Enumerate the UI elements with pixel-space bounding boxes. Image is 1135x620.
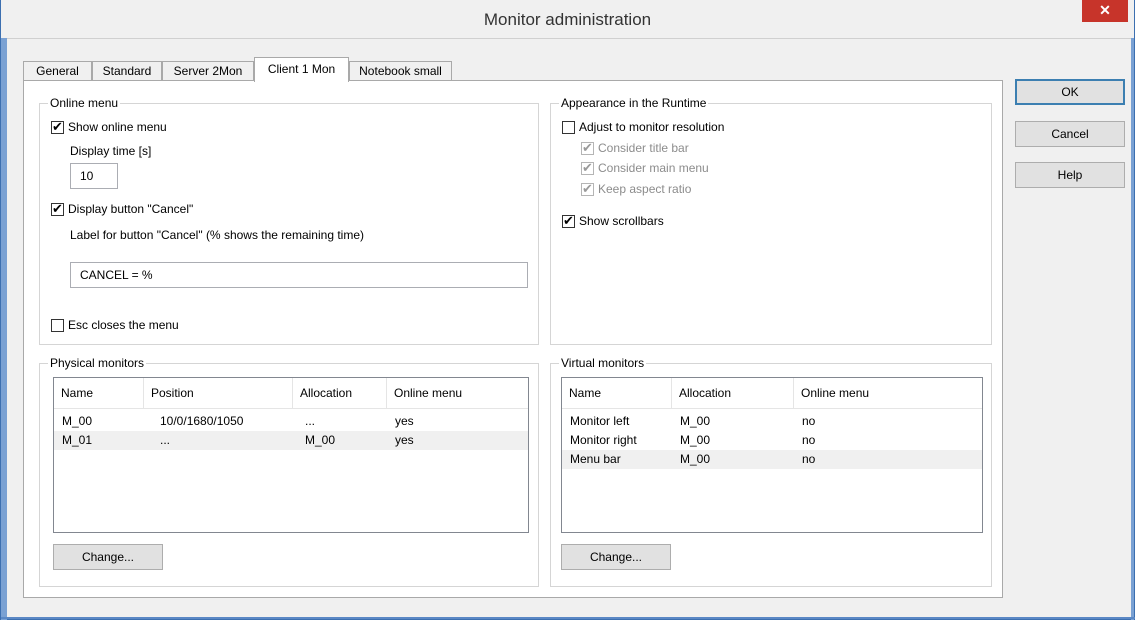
keep-aspect-ratio-checkbox[interactable]: Keep aspect ratio xyxy=(581,181,692,197)
display-cancel-checkbox[interactable]: Display button "Cancel" xyxy=(51,201,194,217)
tab-panel: Online menu Show online menu Display tim… xyxy=(23,80,1003,598)
column-header[interactable]: Online menu xyxy=(794,378,982,408)
column-header[interactable]: Allocation xyxy=(293,378,387,408)
dialog-window: Monitor administration ✕ General Standar… xyxy=(0,0,1135,620)
virtual-list-header: Name Allocation Online menu xyxy=(562,378,982,409)
table-cell: ... xyxy=(305,414,316,428)
display-time-input[interactable]: 10 xyxy=(70,163,118,189)
display-cancel-box[interactable] xyxy=(51,201,64,217)
consider-title-bar-box[interactable] xyxy=(581,140,594,156)
table-cell: ... xyxy=(160,433,171,447)
consider-title-bar-label: Consider title bar xyxy=(598,141,689,155)
table-cell: yes xyxy=(395,414,414,428)
window-border-left xyxy=(1,38,7,620)
close-button[interactable]: ✕ xyxy=(1082,0,1128,22)
consider-main-menu-checkbox[interactable]: Consider main menu xyxy=(581,160,709,176)
consider-main-menu-label: Consider main menu xyxy=(598,161,709,175)
physical-list-header: Name Position Allocation Online menu xyxy=(54,378,528,409)
window-border-bottom xyxy=(1,617,1135,619)
ok-button[interactable]: OK xyxy=(1015,79,1125,105)
adjust-resolution-checkbox[interactable]: Adjust to monitor resolution xyxy=(562,120,724,134)
tab-standard[interactable]: Standard xyxy=(92,61,162,81)
tab-server-2mon[interactable]: Server 2Mon xyxy=(162,61,254,81)
tab-notebook-small[interactable]: Notebook small xyxy=(349,61,452,81)
close-icon[interactable]: ✕ xyxy=(1099,2,1111,18)
table-cell: yes xyxy=(395,433,414,447)
cancel-label-input[interactable]: CANCEL = % xyxy=(70,262,528,288)
table-cell: M_00 xyxy=(680,414,711,428)
table-row[interactable]: Monitor right M_00 no xyxy=(562,431,982,450)
virtual-monitors-list[interactable]: Name Allocation Online menu Monitor left… xyxy=(561,377,983,533)
appearance-legend: Appearance in the Runtime xyxy=(559,96,709,110)
column-header[interactable]: Position xyxy=(144,378,293,408)
show-scrollbars-checkbox[interactable]: Show scrollbars xyxy=(562,213,664,229)
physical-monitors-list[interactable]: Name Position Allocation Online menu M_0… xyxy=(53,377,529,533)
column-header[interactable]: Online menu xyxy=(387,378,528,408)
table-cell: M_00 xyxy=(680,433,711,447)
show-online-menu-label: Show online menu xyxy=(68,120,167,134)
esc-closes-box[interactable] xyxy=(51,318,64,332)
table-row[interactable]: M_01 ... M_00 yes xyxy=(54,431,528,450)
tab-general[interactable]: General xyxy=(23,61,92,81)
virtual-change-button[interactable]: Change... xyxy=(561,544,671,570)
table-cell: M_01 xyxy=(62,433,93,447)
display-time-label: Display time [s] xyxy=(70,144,152,158)
table-cell: no xyxy=(802,452,816,466)
keep-aspect-ratio-label: Keep aspect ratio xyxy=(598,182,692,196)
table-cell: Monitor left xyxy=(570,414,630,428)
physical-change-button[interactable]: Change... xyxy=(53,544,163,570)
title-bar: Monitor administration ✕ xyxy=(1,0,1134,39)
table-cell: no xyxy=(802,433,816,447)
window-border-right xyxy=(1131,38,1134,620)
window-title: Monitor administration xyxy=(483,10,652,29)
adjust-resolution-box[interactable] xyxy=(562,120,575,134)
virtual-monitors-legend: Virtual monitors xyxy=(559,356,647,370)
cancel-button[interactable]: Cancel xyxy=(1015,121,1125,147)
consider-title-bar-checkbox[interactable]: Consider title bar xyxy=(581,140,689,156)
column-header[interactable]: Name xyxy=(562,378,672,408)
show-scrollbars-box[interactable] xyxy=(562,213,575,229)
keep-aspect-ratio-box[interactable] xyxy=(581,181,594,197)
online-menu-group: Online menu Show online menu Display tim… xyxy=(39,96,539,345)
table-cell: M_00 xyxy=(62,414,93,428)
esc-closes-label: Esc closes the menu xyxy=(68,318,179,332)
table-cell: Menu bar xyxy=(570,452,621,466)
help-button[interactable]: Help xyxy=(1015,162,1125,188)
table-row[interactable]: Monitor left M_00 no xyxy=(562,412,982,431)
display-cancel-label: Display button "Cancel" xyxy=(68,202,194,216)
table-cell: no xyxy=(802,414,816,428)
physical-monitors-group: Physical monitors Name Position Allocati… xyxy=(39,356,539,587)
consider-main-menu-box[interactable] xyxy=(581,160,594,176)
show-scrollbars-label: Show scrollbars xyxy=(579,214,664,228)
physical-monitors-legend: Physical monitors xyxy=(48,356,147,370)
table-cell: M_00 xyxy=(680,452,711,466)
appearance-group: Appearance in the Runtime Adjust to moni… xyxy=(550,96,992,345)
cancel-label-caption: Label for button "Cancel" (% shows the r… xyxy=(70,228,364,242)
column-header[interactable]: Name xyxy=(54,378,144,408)
online-menu-legend: Online menu xyxy=(48,96,121,110)
adjust-resolution-label: Adjust to monitor resolution xyxy=(579,120,725,134)
table-row[interactable]: Menu bar M_00 no xyxy=(562,450,982,469)
show-online-menu-checkbox[interactable]: Show online menu xyxy=(51,119,167,135)
table-cell: 10/0/1680/1050 xyxy=(160,414,244,428)
table-row[interactable]: M_00 10/0/1680/1050 ... yes xyxy=(54,412,528,431)
tab-client-1-mon[interactable]: Client 1 Mon xyxy=(254,57,349,82)
column-header[interactable]: Allocation xyxy=(672,378,794,408)
esc-closes-checkbox[interactable]: Esc closes the menu xyxy=(51,318,179,332)
show-online-menu-box[interactable] xyxy=(51,119,64,135)
virtual-monitors-group: Virtual monitors Name Allocation Online … xyxy=(550,356,992,587)
table-cell: M_00 xyxy=(305,433,336,447)
table-cell: Monitor right xyxy=(570,433,637,447)
